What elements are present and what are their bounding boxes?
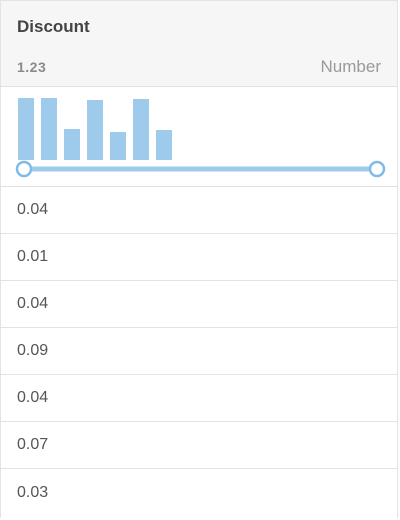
histogram-bar <box>156 130 172 160</box>
column-type-row: 1.23 Number <box>17 55 381 79</box>
cell-value: 0.09 <box>17 342 49 359</box>
column-type-label[interactable]: Number <box>321 57 381 77</box>
range-max-handle[interactable] <box>368 160 386 178</box>
table-row[interactable]: 0.01 <box>1 234 397 281</box>
histogram-bar <box>133 99 149 160</box>
range-min-handle[interactable] <box>15 160 33 178</box>
cell-value: 0.04 <box>17 201 49 218</box>
cell-value: 0.04 <box>17 389 49 406</box>
table-row[interactable]: 0.07 <box>1 422 397 469</box>
table-row[interactable]: 0.04 <box>1 187 397 234</box>
cell-value: 0.01 <box>17 248 49 265</box>
histogram-bar <box>110 132 126 160</box>
cell-value: 0.07 <box>17 436 49 453</box>
column-panel: Discount 1.23 Number 0.04 0.01 0.04 0.09… <box>0 0 398 518</box>
table-row[interactable]: 0.09 <box>1 328 397 375</box>
column-title[interactable]: Discount <box>17 17 90 37</box>
histogram-bar <box>87 100 103 160</box>
table-row[interactable]: 0.03 <box>1 469 397 516</box>
table-row[interactable]: 0.04 <box>1 281 397 328</box>
table-row[interactable]: 0.04 <box>1 375 397 422</box>
histogram-chart <box>15 98 386 178</box>
histogram-filter[interactable] <box>1 87 397 187</box>
cell-value: 0.04 <box>17 295 49 312</box>
column-header[interactable]: Discount 1.23 Number <box>1 1 397 87</box>
histogram-bar <box>41 98 57 160</box>
number-type-icon: 1.23 <box>17 59 47 75</box>
histogram-bar <box>64 129 80 160</box>
value-list: 0.04 0.01 0.04 0.09 0.04 0.07 0.03 <box>1 187 397 516</box>
histogram-bar <box>18 98 34 160</box>
cell-value: 0.03 <box>17 483 49 501</box>
